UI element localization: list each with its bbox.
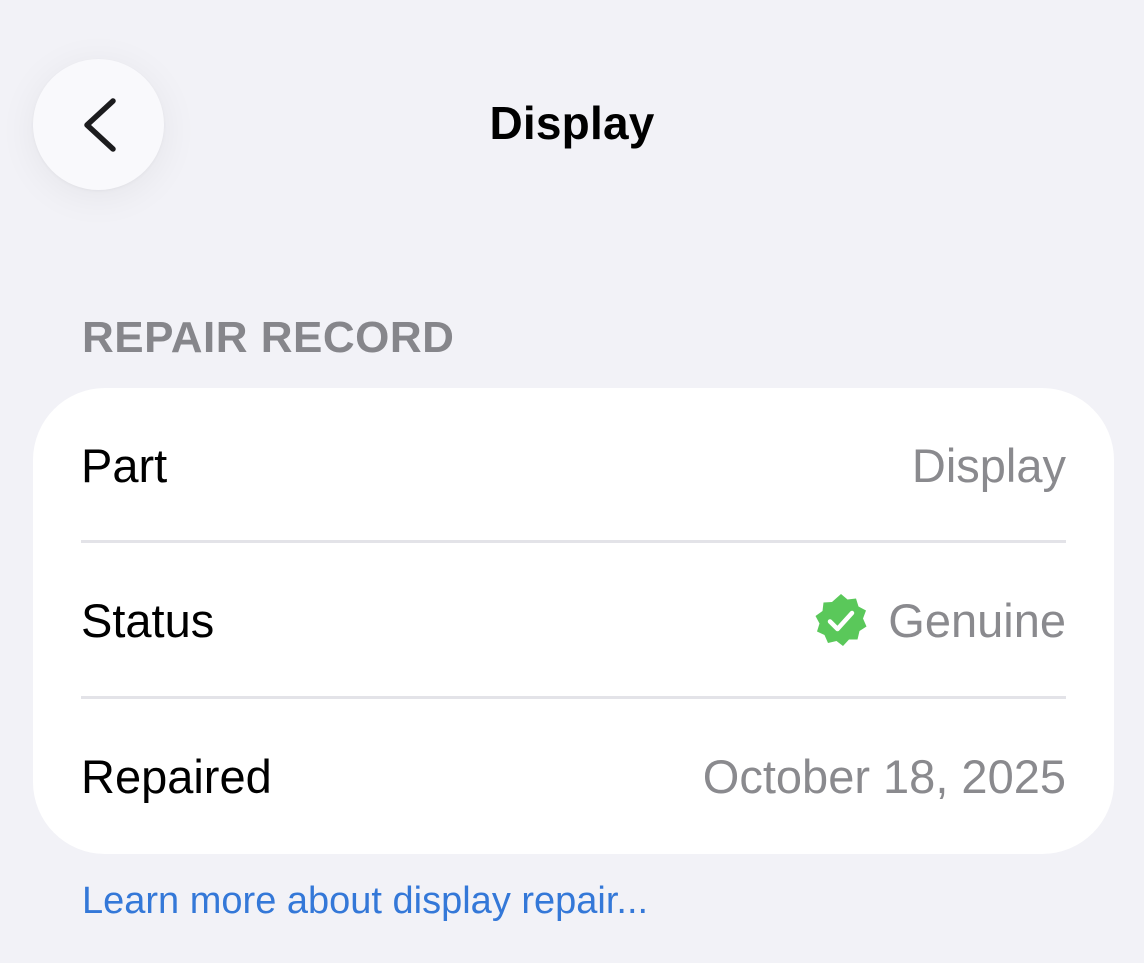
row-repaired: Repaired October 18, 2025: [81, 699, 1066, 854]
repair-record-card: Part Display Status Genuine Repaired Oct…: [33, 388, 1114, 854]
screen: Display REPAIR RECORD Part Display Statu…: [0, 0, 1144, 963]
row-value-repaired: October 18, 2025: [702, 750, 1066, 803]
row-status: Status Genuine: [81, 543, 1066, 698]
row-value-status: Genuine: [888, 594, 1066, 647]
row-label-status: Status: [81, 594, 215, 647]
verified-badge-icon: [812, 592, 870, 650]
page-title: Display: [489, 97, 655, 149]
row-part: Part Display: [81, 388, 1066, 543]
row-value-status-group: Genuine: [812, 592, 1066, 650]
row-value-part: Display: [911, 439, 1066, 492]
section-header: REPAIR RECORD: [82, 313, 455, 362]
learn-more-link[interactable]: Learn more about display repair...: [82, 880, 648, 923]
row-label-part: Part: [81, 439, 168, 492]
row-label-repaired: Repaired: [81, 750, 272, 803]
